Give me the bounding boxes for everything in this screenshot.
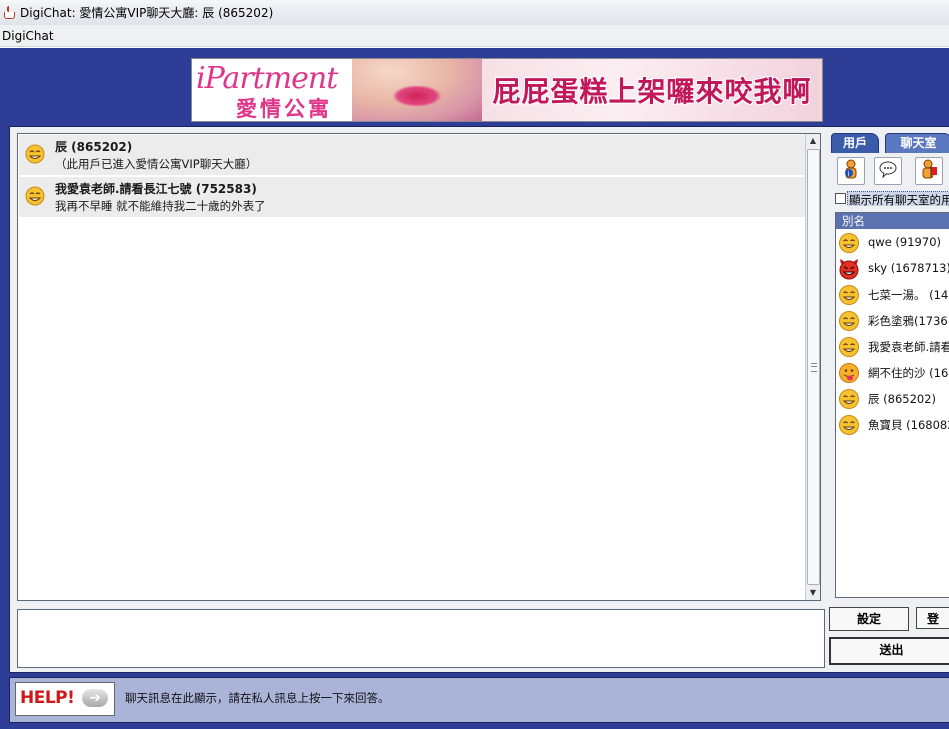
ignore-user-button[interactable] (915, 157, 943, 185)
tongue-smiley-icon (838, 362, 860, 385)
show-all-users-option[interactable]: 顯示所有聊天室的用戶 (835, 191, 949, 206)
logo-text-en: iPartment (196, 61, 338, 96)
smiley-icon (838, 284, 860, 307)
logo-text-zh: 愛情公寓 (236, 97, 332, 121)
user-name: 我愛袁老師.請看 (868, 340, 949, 354)
user-name: 網不住的沙 (16 (868, 366, 949, 380)
advertisement-banner[interactable]: iPartment 愛情公寓 屁屁蛋糕上架囉來咬我啊 (191, 58, 823, 122)
chat-app-frame: iPartment 愛情公寓 屁屁蛋糕上架囉來咬我啊 辰 (865202) （此… (0, 48, 949, 729)
chat-scrollbar[interactable]: ▲ ▼ (805, 134, 820, 600)
banner-slogan-text: 屁屁蛋糕上架囉來咬我啊 (492, 75, 812, 108)
user-list-item[interactable]: 七菜一湯。 (14 (836, 281, 949, 307)
send-button[interactable]: 送出 (829, 637, 949, 665)
user-list-header[interactable]: 別名 (836, 213, 949, 229)
chat-message[interactable]: 我愛袁老師.請看長江七號 (752583) 我再不早睡 就不能維持我二十歲的外表… (19, 177, 805, 217)
message-sender: 辰 (865202) (55, 140, 133, 154)
smiley-icon (838, 336, 860, 359)
user-info-icon: i (842, 159, 860, 183)
svg-text:i: i (848, 170, 850, 178)
arrow-right-icon: ➔ (82, 689, 108, 707)
ignore-user-icon (920, 159, 938, 183)
window-titlebar[interactable]: DigiChat: 愛情公寓VIP聊天大廳: 辰 (865202) (0, 0, 949, 26)
smiley-icon (838, 232, 860, 255)
user-list-item[interactable]: 魚寶貝 (168082 (836, 411, 949, 437)
smiley-icon (838, 310, 860, 333)
chat-message[interactable]: 辰 (865202) （此用戶已進入愛情公寓VIP聊天大廳） (19, 135, 805, 175)
leave-button[interactable]: 登 (916, 607, 949, 629)
user-name: 七菜一湯。 (14 (868, 288, 949, 302)
help-button-label: HELP! (20, 688, 75, 708)
menu-digichat[interactable]: DigiChat (0, 29, 54, 43)
help-button[interactable]: HELP! ➔ (15, 682, 115, 716)
smiley-icon (25, 186, 45, 209)
scroll-down-icon[interactable]: ▼ (806, 586, 820, 600)
user-name: 彩色塗鴉(1736 (868, 314, 948, 328)
banner-photo (352, 59, 482, 121)
ipartment-logo: iPartment 愛情公寓 (192, 59, 352, 121)
tab-users[interactable]: 用戶 (831, 133, 879, 153)
devil-smiley-icon (838, 258, 860, 281)
user-list-item[interactable]: qwe (91970) (836, 229, 949, 255)
chat-message-area[interactable]: 辰 (865202) （此用戶已進入愛情公寓VIP聊天大廳） 我愛袁老師.請看長… (17, 133, 821, 601)
user-list[interactable]: 別名 qwe (91970) sky (1678713) 七菜一湯。 (14 彩色塗鴉… (835, 212, 949, 598)
scrollbar-thumb[interactable] (807, 149, 820, 585)
smiley-icon (838, 414, 860, 437)
help-strip: HELP! ➔ 聊天訊息在此顯示，請在私人訊息上按一下來回答。 (9, 677, 949, 723)
tab-chat-rooms[interactable]: 聊天室 (885, 133, 949, 153)
settings-button[interactable]: 設定 (829, 607, 909, 631)
message-text: 我再不早睡 就不能維持我二十歲的外表了 (55, 199, 266, 213)
user-list-item[interactable]: 網不住的沙 (16 (836, 359, 949, 385)
whisper-icon (878, 160, 898, 182)
message-sender: 我愛袁老師.請看長江七號 (752583) (55, 182, 257, 196)
show-all-label: 顯示所有聊天室的用戶 (847, 191, 949, 206)
user-list-item[interactable]: 彩色塗鴉(1736 (836, 307, 949, 333)
banner-slogan: 屁屁蛋糕上架囉來咬我啊 (482, 59, 822, 121)
user-list-item[interactable]: 辰 (865202) (836, 385, 949, 411)
user-info-button[interactable]: i (837, 157, 865, 185)
menu-bar: DigiChat (0, 25, 949, 47)
user-list-item[interactable]: 我愛袁老師.請看 (836, 333, 949, 359)
user-name: 魚寶貝 (168082 (868, 418, 949, 432)
user-name: 辰 (865202) (868, 392, 937, 406)
user-name: sky (1678713) (868, 261, 949, 275)
show-all-checkbox[interactable] (835, 193, 846, 204)
user-list-item[interactable]: sky (1678713) (836, 255, 949, 281)
message-input[interactable] (17, 609, 825, 668)
help-message: 聊天訊息在此顯示，請在私人訊息上按一下來回答。 (125, 691, 390, 705)
message-text: （此用戶已進入愛情公寓VIP聊天大廳） (55, 157, 258, 171)
smiley-icon (838, 388, 860, 411)
whisper-button[interactable] (874, 157, 902, 185)
user-name: qwe (91970) (868, 235, 941, 249)
scroll-up-icon[interactable]: ▲ (806, 134, 820, 148)
user-panel: 用戶 聊天室 i 顯示所有聊天室的用戶 (829, 127, 949, 672)
window-title: DigiChat: 愛情公寓VIP聊天大廳: 辰 (865202) (20, 6, 274, 20)
java-icon (3, 5, 15, 20)
smiley-icon (25, 144, 45, 167)
main-panel: 辰 (865202) （此用戶已進入愛情公寓VIP聊天大廳） 我愛袁老師.請看長… (9, 126, 949, 673)
